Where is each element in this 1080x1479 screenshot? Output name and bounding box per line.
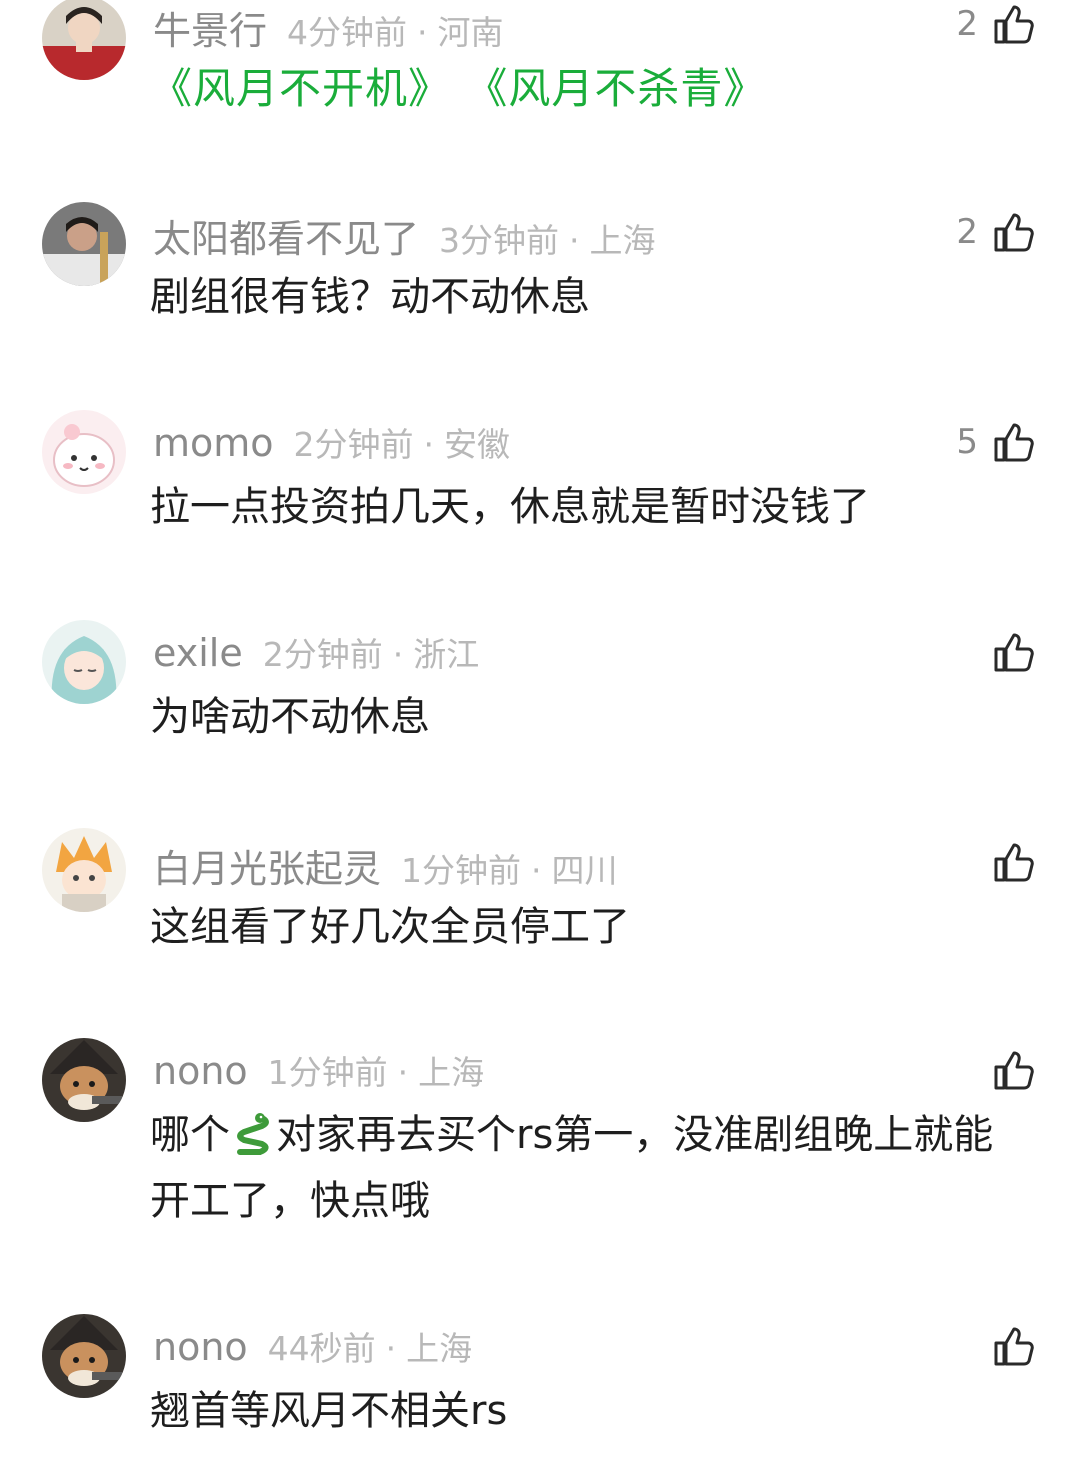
- username[interactable]: 牛景行: [153, 0, 267, 55]
- comment-meta: exile 2分钟前 · 浙江: [153, 628, 479, 675]
- separator: ·: [531, 851, 542, 890]
- thumbs-up-icon: [992, 1324, 1036, 1368]
- like-button[interactable]: 2: [956, 210, 1036, 254]
- avatar[interactable]: [42, 828, 126, 912]
- like-button[interactable]: [978, 1048, 1036, 1092]
- thumbs-up-icon: [992, 420, 1036, 464]
- avatar[interactable]: [42, 620, 126, 704]
- username[interactable]: nono: [153, 1049, 248, 1093]
- username[interactable]: exile: [153, 631, 243, 675]
- timestamp: 44秒前: [267, 1329, 376, 1368]
- timestamp: 1分钟前: [401, 851, 522, 890]
- timestamp: 4分钟前: [287, 13, 408, 52]
- location: 上海: [418, 1053, 485, 1092]
- avatar[interactable]: [42, 202, 126, 286]
- comment-text: 为啥动不动休息: [150, 694, 430, 740]
- separator: ·: [569, 221, 580, 260]
- like-button[interactable]: [978, 1324, 1036, 1368]
- location: 上海: [406, 1329, 473, 1368]
- thumbs-up-icon: [992, 210, 1036, 254]
- timestamp: 2分钟前: [262, 635, 383, 674]
- comment-meta: nono 1分钟前 · 上海: [153, 1046, 484, 1093]
- username[interactable]: 太阳都看不见了: [153, 208, 419, 263]
- comment-text: 《风月不开机》 《风月不杀青》: [150, 64, 767, 113]
- like-count: 2: [956, 4, 978, 44]
- comment-meta: 太阳都看不见了 3分钟前 · 上海: [153, 208, 656, 261]
- comment-text-part: 哪个: [150, 1112, 230, 1158]
- separator: ·: [392, 635, 404, 674]
- comment-text: 这组看了好几次全员停工了: [150, 904, 630, 950]
- separator: ·: [397, 1053, 409, 1092]
- comment-text: 拉一点投资拍几天，休息就是暂时没钱了: [150, 484, 870, 530]
- comment-meta: 牛景行 4分钟前 · 河南: [153, 0, 504, 53]
- location: 安徽: [444, 425, 511, 464]
- snake-emoji: [230, 1102, 276, 1168]
- like-count: 2: [956, 212, 978, 252]
- timestamp: 3分钟前: [439, 221, 560, 260]
- avatar[interactable]: [42, 0, 126, 80]
- timestamp: 1分钟前: [267, 1053, 388, 1092]
- comment-text: 哪个 对家再去买个rs第一，没准剧组晚上就能开工了，快点哦: [150, 1102, 1030, 1234]
- separator: ·: [385, 1329, 397, 1368]
- timestamp: 2分钟前: [293, 425, 414, 464]
- like-button[interactable]: 5: [956, 420, 1036, 464]
- thumbs-up-icon: [992, 2, 1036, 46]
- like-button[interactable]: [978, 840, 1036, 884]
- comment-meta: momo 2分钟前 · 安徽: [153, 418, 510, 465]
- comment-text: 剧组很有钱？动不动休息: [150, 274, 590, 320]
- location: 四川: [551, 851, 618, 890]
- like-button[interactable]: 2: [956, 2, 1036, 46]
- comment-text: 翘首等风月不相关rs: [150, 1388, 508, 1434]
- like-count: 5: [956, 422, 978, 462]
- location: 浙江: [413, 635, 480, 674]
- comment-text-part: 对家再去买个rs第一，没准剧组晚上就能开工了，快点哦: [150, 1112, 994, 1224]
- username[interactable]: 白月光张起灵: [153, 838, 381, 893]
- location: 河南: [437, 13, 504, 52]
- thumbs-up-icon: [992, 840, 1036, 884]
- location: 上海: [589, 221, 656, 260]
- comment-meta: 白月光张起灵 1分钟前 · 四川: [153, 838, 618, 891]
- avatar[interactable]: [42, 1038, 126, 1122]
- thumbs-up-icon: [992, 630, 1036, 674]
- avatar[interactable]: [42, 1314, 126, 1398]
- username[interactable]: nono: [153, 1325, 248, 1369]
- separator: ·: [423, 425, 435, 464]
- comment-meta: nono 44秒前 · 上海: [153, 1322, 472, 1369]
- avatar[interactable]: [42, 410, 126, 494]
- thumbs-up-icon: [992, 1048, 1036, 1092]
- like-button[interactable]: [978, 630, 1036, 674]
- separator: ·: [417, 13, 428, 52]
- username[interactable]: momo: [153, 421, 274, 465]
